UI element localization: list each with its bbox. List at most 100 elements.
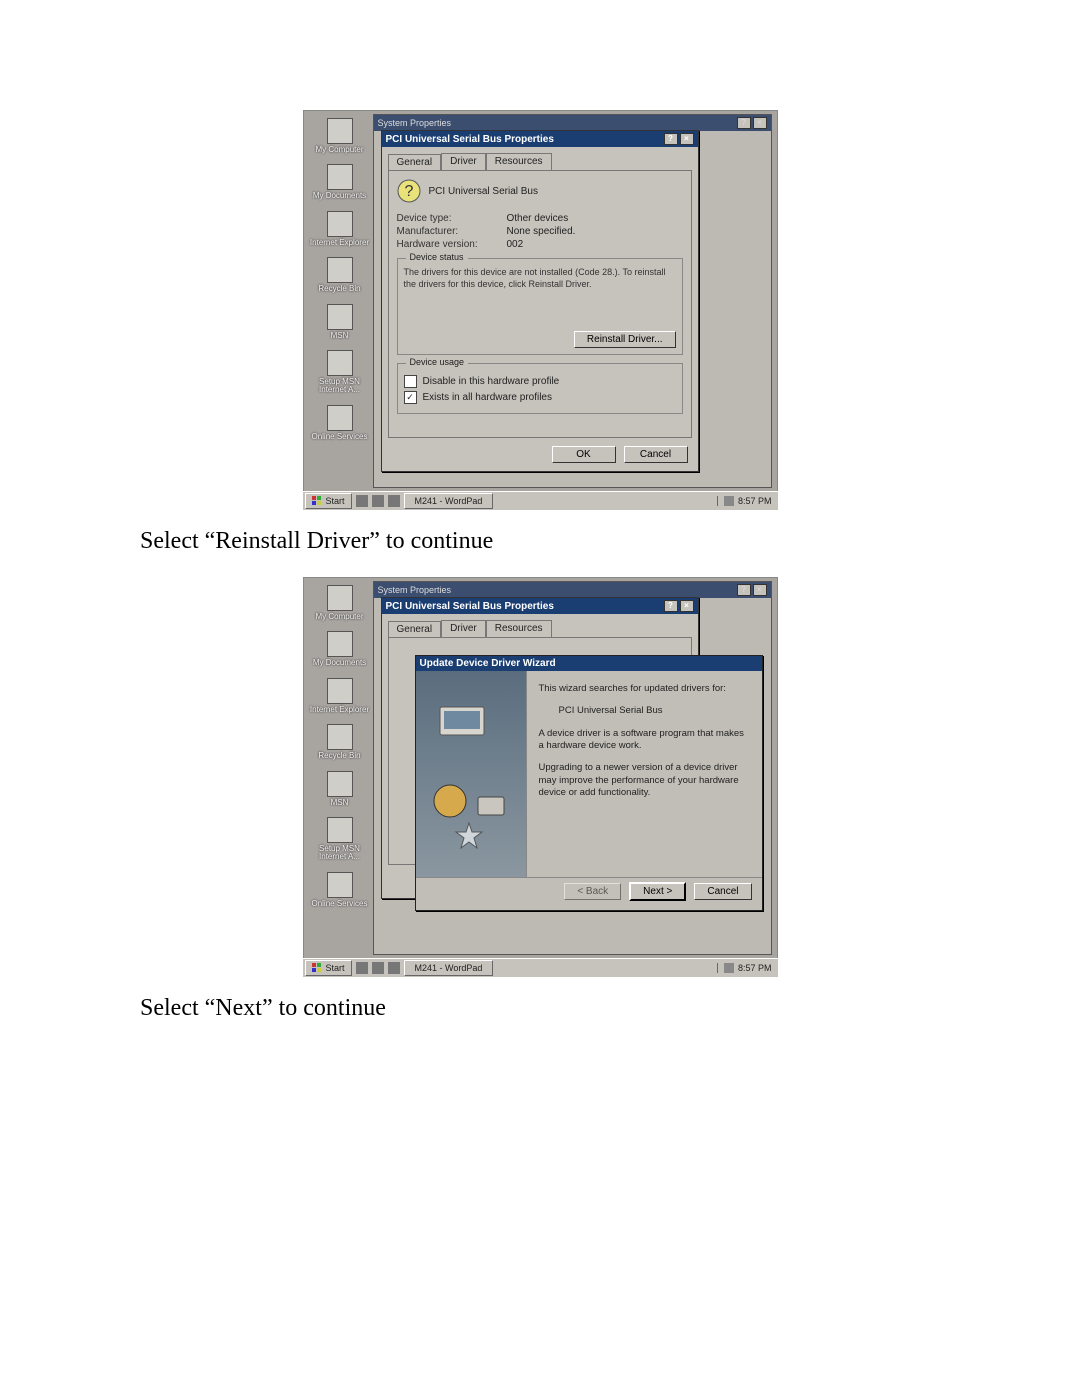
system-properties-title: System Properties bbox=[378, 118, 452, 128]
wizard-line1: This wizard searches for updated drivers… bbox=[539, 683, 752, 695]
tab-driver[interactable]: Driver bbox=[441, 620, 486, 637]
tab-general[interactable]: General bbox=[388, 621, 442, 638]
tab-resources[interactable]: Resources bbox=[486, 620, 552, 637]
manufacturer-value: None specified. bbox=[507, 226, 576, 237]
ie-icon bbox=[327, 211, 353, 237]
desktop-icon-setup-msn[interactable]: Setup MSN Internet A... bbox=[309, 350, 371, 395]
quick-launch-icon[interactable] bbox=[356, 962, 368, 974]
close-icon[interactable]: × bbox=[680, 600, 694, 612]
system-properties-title: System Properties bbox=[378, 585, 452, 595]
quick-launch-icon[interactable] bbox=[372, 962, 384, 974]
svg-text:?: ? bbox=[404, 183, 413, 200]
tab-resources[interactable]: Resources bbox=[486, 153, 552, 170]
tray-clock: 8:57 PM bbox=[738, 496, 772, 506]
exists-all-profiles-checkbox[interactable]: ✓ bbox=[404, 391, 417, 404]
taskbar-app-wordpad[interactable]: M241 - WordPad bbox=[404, 493, 494, 509]
caption-reinstall: Select “Reinstall Driver” to continue bbox=[140, 528, 940, 555]
wizard-titlebar: Update Device Driver Wizard bbox=[416, 656, 762, 671]
tab-driver[interactable]: Driver bbox=[441, 153, 486, 170]
desktop-icon-internet-explorer[interactable]: Internet Explorer bbox=[309, 211, 371, 247]
wizard-line2: A device driver is a software program th… bbox=[539, 728, 752, 753]
desktop-icon-recycle-bin[interactable]: Recycle Bin bbox=[309, 257, 371, 293]
msn-setup-icon bbox=[327, 350, 353, 376]
manufacturer-label: Manufacturer: bbox=[397, 226, 497, 237]
device-type-value: Other devices bbox=[507, 213, 569, 224]
device-status-legend: Device status bbox=[406, 252, 468, 262]
desktop-icon-my-documents[interactable]: My Documents bbox=[309, 164, 371, 200]
hardware-version-value: 002 bbox=[507, 239, 524, 250]
help-icon[interactable]: ? bbox=[737, 117, 751, 129]
disable-profile-label: Disable in this hardware profile bbox=[423, 376, 560, 387]
close-icon[interactable]: × bbox=[680, 133, 694, 145]
quick-launch bbox=[352, 495, 404, 507]
quick-launch-icon[interactable] bbox=[372, 495, 384, 507]
device-name: PCI Universal Serial Bus bbox=[429, 186, 538, 197]
msn-icon bbox=[327, 771, 353, 797]
properties-title: PCI Universal Serial Bus Properties bbox=[386, 134, 554, 145]
desktop-icon-my-computer[interactable]: My Computer bbox=[309, 585, 371, 621]
system-properties-titlebar: System Properties ? × bbox=[374, 115, 771, 131]
start-label: Start bbox=[326, 496, 345, 506]
computer-icon bbox=[327, 585, 353, 611]
msn-icon bbox=[327, 304, 353, 330]
cancel-button[interactable]: Cancel bbox=[624, 446, 688, 463]
start-label: Start bbox=[326, 963, 345, 973]
desktop-icon-msn[interactable]: MSN bbox=[309, 771, 371, 807]
system-properties-titlebar: System Properties ? × bbox=[374, 582, 771, 598]
tab-general[interactable]: General bbox=[388, 154, 442, 171]
tray-clock: 8:57 PM bbox=[738, 963, 772, 973]
wizard-line3: Upgrading to a newer version of a device… bbox=[539, 762, 752, 799]
properties-title: PCI Universal Serial Bus Properties bbox=[386, 601, 554, 612]
reinstall-driver-button[interactable]: Reinstall Driver... bbox=[574, 331, 676, 348]
hardware-version-label: Hardware version: bbox=[397, 239, 497, 250]
wizard-next-button[interactable]: Next > bbox=[629, 882, 686, 901]
disable-profile-checkbox[interactable] bbox=[404, 375, 417, 388]
wizard-sidebar-graphic bbox=[416, 671, 527, 877]
start-button[interactable]: Start bbox=[305, 493, 352, 509]
close-icon[interactable]: × bbox=[753, 584, 767, 596]
taskbar-app-wordpad[interactable]: M241 - WordPad bbox=[404, 960, 494, 976]
desktop-icon-internet-explorer[interactable]: Internet Explorer bbox=[309, 678, 371, 714]
ok-button[interactable]: OK bbox=[552, 446, 616, 463]
device-usage-legend: Device usage bbox=[406, 357, 469, 367]
quick-launch-icon[interactable] bbox=[356, 495, 368, 507]
ie-icon bbox=[327, 678, 353, 704]
windows-logo-icon bbox=[312, 963, 322, 973]
recycle-icon bbox=[327, 257, 353, 283]
desktop-icon-online-services[interactable]: Online Services bbox=[309, 872, 371, 908]
question-device-icon: ? bbox=[397, 179, 421, 203]
wizard-cancel-button[interactable]: Cancel bbox=[694, 883, 751, 900]
windows-logo-icon bbox=[312, 496, 322, 506]
quick-launch-icon[interactable] bbox=[388, 495, 400, 507]
quick-launch bbox=[352, 962, 404, 974]
services-icon bbox=[327, 872, 353, 898]
desktop-icon-msn[interactable]: MSN bbox=[309, 304, 371, 340]
desktop-icon-my-computer[interactable]: My Computer bbox=[309, 118, 371, 154]
wizard-device-name: PCI Universal Serial Bus bbox=[559, 705, 752, 717]
quick-launch-icon[interactable] bbox=[388, 962, 400, 974]
desktop-icon-my-documents[interactable]: My Documents bbox=[309, 631, 371, 667]
wizard-title: Update Device Driver Wizard bbox=[420, 658, 556, 669]
desktop-icon-setup-msn[interactable]: Setup MSN Internet A... bbox=[309, 817, 371, 862]
services-icon bbox=[327, 405, 353, 431]
start-button[interactable]: Start bbox=[305, 960, 352, 976]
taskbar-app-label: M241 - WordPad bbox=[415, 963, 483, 973]
help-icon[interactable]: ? bbox=[664, 600, 678, 612]
desktop-icon-online-services[interactable]: Online Services bbox=[309, 405, 371, 441]
desktop-icon-recycle-bin[interactable]: Recycle Bin bbox=[309, 724, 371, 760]
help-icon[interactable]: ? bbox=[737, 584, 751, 596]
properties-titlebar: PCI Universal Serial Bus Properties ? × bbox=[382, 598, 698, 614]
recycle-icon bbox=[327, 724, 353, 750]
close-icon[interactable]: × bbox=[753, 117, 767, 129]
tray-icon[interactable] bbox=[724, 963, 734, 973]
msn-setup-icon bbox=[327, 817, 353, 843]
taskbar-app-label: M241 - WordPad bbox=[415, 496, 483, 506]
wizard-back-button: < Back bbox=[564, 883, 621, 900]
caption-next: Select “Next” to continue bbox=[140, 995, 940, 1022]
computer-icon bbox=[327, 118, 353, 144]
device-type-label: Device type: bbox=[397, 213, 497, 224]
folder-icon bbox=[327, 631, 353, 657]
properties-titlebar: PCI Universal Serial Bus Properties ? × bbox=[382, 131, 698, 147]
tray-icon[interactable] bbox=[724, 496, 734, 506]
help-icon[interactable]: ? bbox=[664, 133, 678, 145]
